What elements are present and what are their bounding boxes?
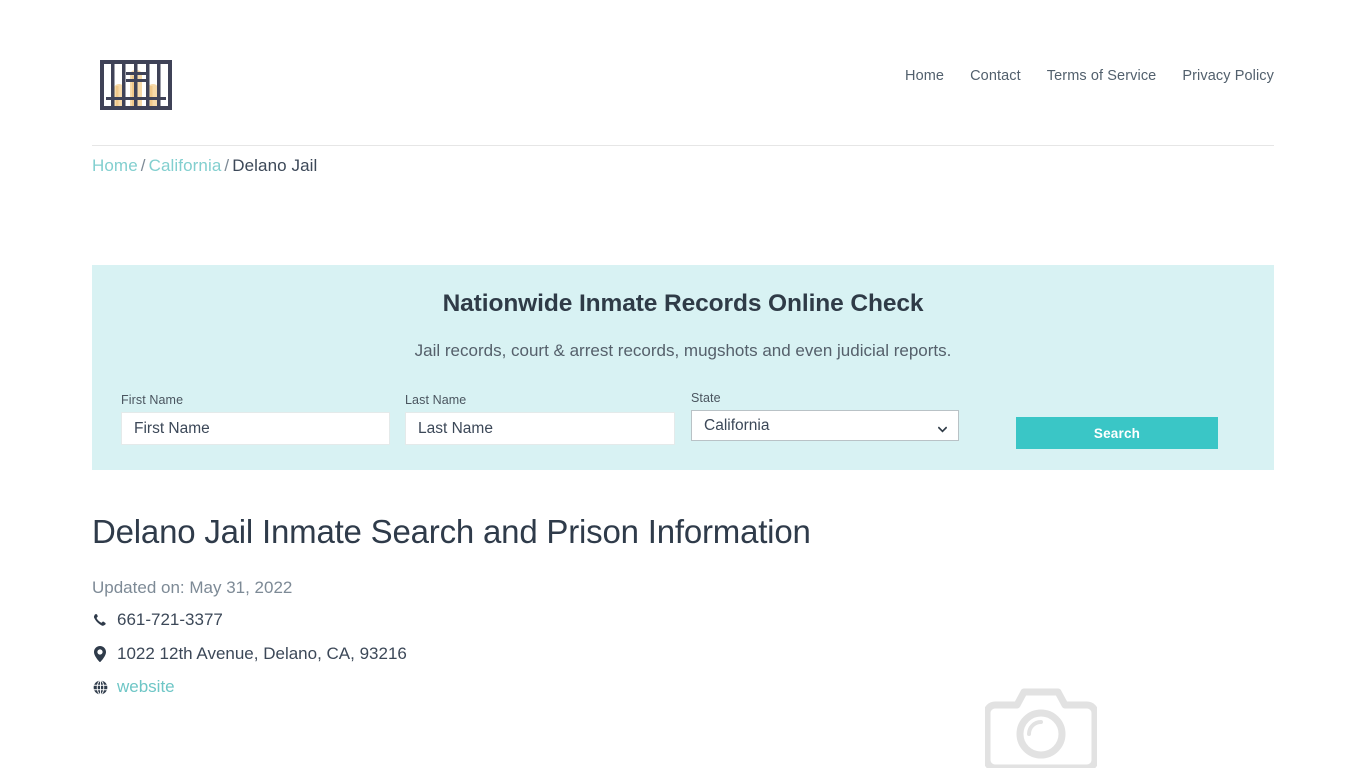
breadcrumb-link-california[interactable]: California — [149, 156, 222, 175]
updated-date: Updated on: May 31, 2022 — [92, 578, 293, 597]
camera-placeholder-icon — [983, 683, 1099, 768]
nav-item-privacy-policy[interactable]: Privacy Policy — [1182, 68, 1274, 84]
phone-number: 661-721-3377 — [117, 610, 223, 629]
last-name-label: Last Name — [405, 393, 467, 407]
inmate-search-panel: Nationwide Inmate Records Online Check J… — [92, 265, 1274, 470]
nav-item-terms-of-service[interactable]: Terms of Service — [1047, 68, 1157, 84]
last-name-field-group: Last Name — [405, 393, 675, 445]
search-button[interactable]: Search — [1016, 417, 1218, 449]
phone-icon — [92, 612, 108, 629]
first-name-input[interactable] — [121, 412, 390, 445]
state-select[interactable]: California — [691, 410, 959, 441]
globe-icon — [92, 679, 108, 696]
address-info: 1022 12th Avenue, Delano, CA, 93216 — [92, 644, 407, 664]
phone-info: 661-721-3377 — [92, 610, 223, 630]
breadcrumb-separator: / — [224, 156, 230, 175]
breadcrumb: Home / California / Delano Jail — [92, 156, 317, 176]
first-name-field-group: First Name — [121, 393, 390, 445]
breadcrumb-current: Delano Jail — [232, 156, 318, 175]
jail-bars-logo[interactable] — [92, 52, 180, 120]
state-field-group: State California — [691, 391, 959, 441]
website-info: website — [92, 677, 175, 697]
breadcrumb-link-home[interactable]: Home — [92, 156, 138, 175]
map-pin-icon — [92, 646, 108, 663]
nav-item-contact[interactable]: Contact — [970, 68, 1021, 84]
state-label: State — [691, 391, 721, 405]
panel-subtitle: Jail records, court & arrest records, mu… — [414, 341, 952, 360]
website-link[interactable]: website — [117, 677, 175, 697]
page-root: Home Contact Terms of Service Privacy Po… — [0, 0, 1366, 768]
nav-item-home[interactable]: Home — [905, 68, 944, 84]
first-name-label: First Name — [121, 393, 184, 407]
address-text: 1022 12th Avenue, Delano, CA, 93216 — [117, 644, 407, 663]
main-navigation: Home Contact Terms of Service Privacy Po… — [905, 68, 1274, 84]
panel-title: Nationwide Inmate Records Online Check — [442, 290, 924, 317]
last-name-input[interactable] — [405, 412, 675, 445]
page-title: Delano Jail Inmate Search and Prison Inf… — [92, 513, 811, 550]
site-header: Home Contact Terms of Service Privacy Po… — [92, 0, 1274, 146]
breadcrumb-separator: / — [140, 156, 146, 175]
